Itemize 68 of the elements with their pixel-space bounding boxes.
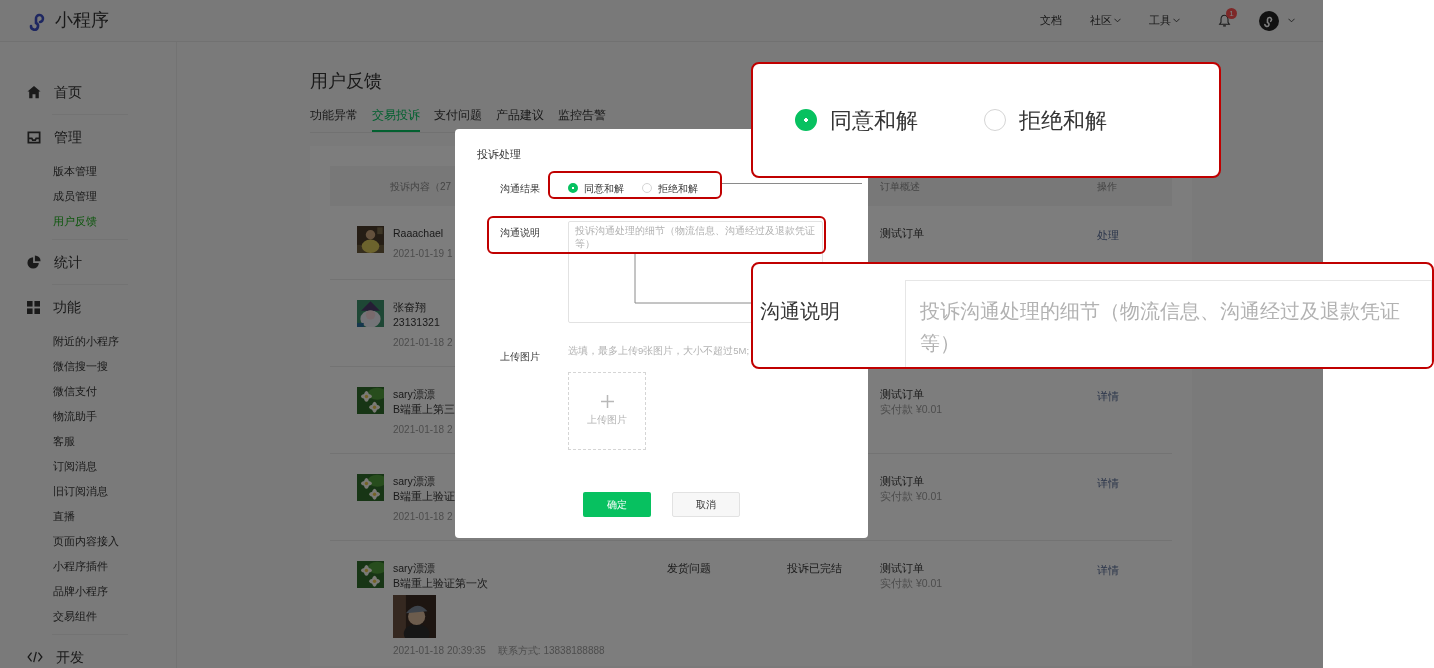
user-name: sary漂漂 [393, 474, 436, 490]
sidebar-item[interactable]: 成员管理 [0, 184, 176, 209]
nav-link[interactable]: 工具 [1149, 12, 1180, 29]
message-text: B端重上验证第一次 [393, 576, 489, 592]
radio-option[interactable]: 同意和解 [795, 103, 918, 137]
chevron-down-icon [1288, 18, 1295, 23]
sidebar-item[interactable]: 页面内容接入 [0, 529, 176, 554]
sidebar-item[interactable]: 微信搜一搜 [0, 354, 176, 379]
plus-icon [600, 395, 614, 408]
code-icon [27, 651, 43, 663]
inbox-icon [27, 130, 41, 144]
order-name: 测试订单 [880, 561, 925, 577]
tab[interactable]: 支付问题 [434, 103, 482, 133]
order-name: 测试订单 [880, 387, 925, 403]
sidebar-item[interactable]: 直播 [0, 504, 176, 529]
page-title: 用户反馈 [310, 70, 383, 93]
order-name: 测试订单 [880, 474, 925, 490]
sidebar-item[interactable]: 旧订阅消息 [0, 479, 176, 504]
radio-option[interactable]: 拒绝和解 [984, 103, 1107, 137]
order-name: 测试订单 [880, 226, 925, 242]
home-icon [27, 85, 41, 99]
tab[interactable]: 监控告警 [558, 103, 606, 133]
table-cell-text: 投诉已完结 [787, 561, 843, 577]
grid-icon [27, 300, 40, 314]
user-name: 张奋翔 [393, 300, 427, 316]
bell-icon[interactable] [1218, 13, 1231, 28]
message-text: B端重上验证 [393, 489, 455, 505]
user-name: sary漂漂 [393, 561, 436, 577]
nav-link[interactable]: 文档 [1040, 12, 1062, 29]
sidebar-item[interactable]: 小程序插件 [0, 554, 176, 579]
confirm-button[interactable]: 确定 [583, 492, 651, 517]
nav-link[interactable]: 社区 [1090, 12, 1121, 29]
sidebar-section[interactable]: 开发 [0, 635, 176, 668]
action-link[interactable]: 详情 [1097, 476, 1172, 492]
brand-name[interactable]: 小程序 [55, 7, 109, 34]
notification-badge: 1 [1226, 7, 1237, 19]
sidebar-section[interactable]: 管理 [0, 115, 176, 159]
field-label: 沟通说明 [500, 226, 541, 240]
sidebar-item[interactable]: 客服 [0, 429, 176, 454]
description-field[interactable]: 投诉沟通处理的细节（物流信息、沟通经过及退款凭证等） [905, 280, 1432, 367]
sidebar-section[interactable]: 首页 [0, 70, 176, 114]
tab[interactable]: 功能异常 [310, 103, 358, 133]
dialog-title: 投诉处理 [477, 147, 522, 162]
sidebar-item[interactable]: 微信支付 [0, 379, 176, 404]
sidebar-section[interactable]: 统计 [0, 240, 176, 284]
action-link[interactable]: 详情 [1097, 389, 1172, 405]
radio-option[interactable]: 同意和解 [568, 180, 624, 196]
pie-chart-icon [27, 255, 41, 269]
sidebar-item[interactable]: 附近的小程序 [0, 329, 176, 354]
action-link[interactable]: 详情 [1097, 563, 1172, 579]
sidebar-item[interactable]: 订阅消息 [0, 454, 176, 479]
message-text: 23131321 [393, 315, 441, 331]
field-label: 沟通结果 [500, 181, 541, 196]
sidebar-section[interactable]: 功能 [0, 285, 176, 329]
cancel-button[interactable]: 取消 [672, 492, 740, 517]
sidebar-item[interactable]: 交易组件 [0, 604, 176, 629]
sidebar-item[interactable]: 品牌小程序 [0, 579, 176, 604]
avatar-icon[interactable] [1259, 10, 1279, 31]
sidebar-item[interactable]: 用户反馈 [0, 209, 176, 234]
field-label: 上传图片 [500, 350, 541, 364]
sidebar-item[interactable]: 物流助手 [0, 404, 176, 429]
table-cell-text: 发货问题 [667, 561, 712, 577]
action-link[interactable]: 处理 [1097, 228, 1172, 244]
radio-option[interactable]: 拒绝和解 [642, 180, 698, 196]
sidebar-item[interactable]: 版本管理 [0, 159, 176, 184]
tab[interactable]: 产品建议 [496, 103, 544, 133]
user-name: sary漂漂 [393, 387, 436, 403]
user-name: Raaachael [393, 226, 445, 242]
